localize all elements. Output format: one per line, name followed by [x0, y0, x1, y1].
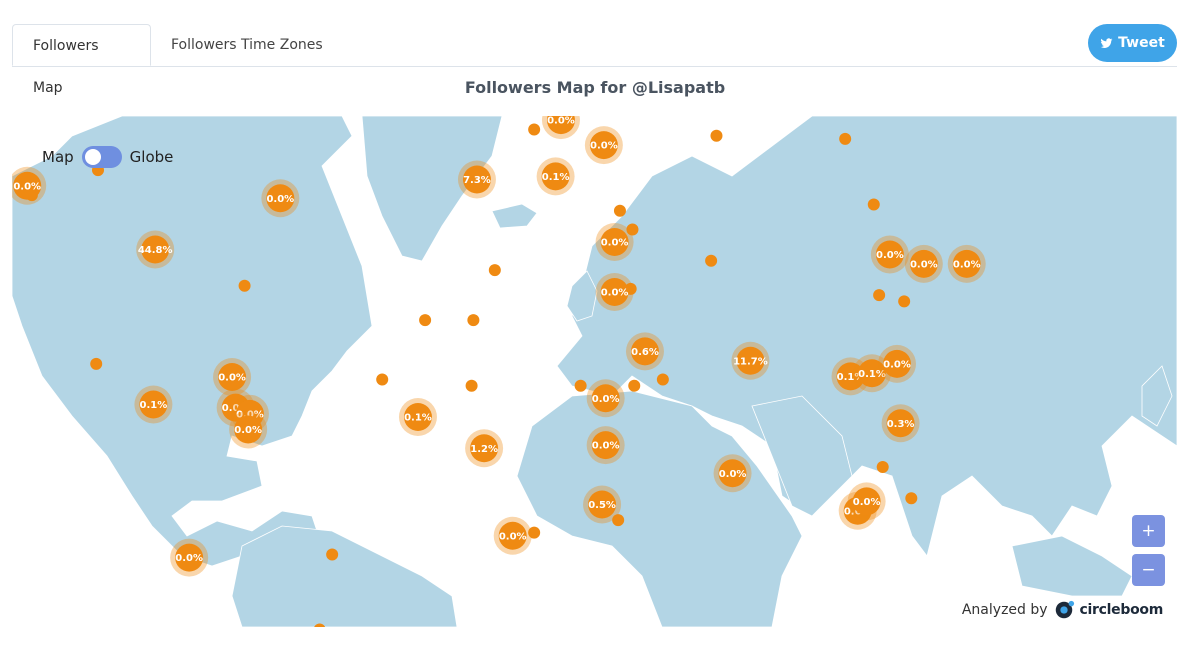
- landmass-north-america: [12, 116, 373, 567]
- follower-cluster-marker[interactable]: 0.0%: [904, 244, 943, 283]
- follower-cluster-marker[interactable]: 0.6%: [625, 332, 664, 371]
- follower-point-marker[interactable]: [528, 123, 541, 136]
- landmass-southeast-asia-islands: [1011, 535, 1133, 597]
- circleboom-logo-icon: [1055, 600, 1074, 619]
- follower-point-marker[interactable]: [905, 492, 918, 505]
- world-map-svg[interactable]: 0.0% 0.0% 44.8% 0.0% 0.1% 0.0% 0.0% 0.0% 0.0% 7.3…: [12, 116, 1177, 627]
- follower-cluster-marker[interactable]: 0.0%: [261, 179, 300, 218]
- follower-cluster-marker[interactable]: 0.5%: [583, 485, 622, 524]
- follower-point-marker[interactable]: [873, 289, 886, 302]
- follower-point-marker[interactable]: [238, 279, 251, 292]
- follower-cluster-marker[interactable]: 0.0%: [870, 235, 909, 274]
- switch-knob: [84, 149, 101, 165]
- toggle-map-label: Map: [42, 148, 74, 166]
- cluster-percentage-label: 0.0%: [876, 250, 904, 261]
- twitter-bird-icon: [1100, 37, 1113, 48]
- follower-cluster-marker[interactable]: 0.0%: [170, 538, 209, 577]
- follower-point-marker[interactable]: [839, 132, 852, 145]
- cluster-percentage-label: 0.0%: [601, 288, 629, 299]
- follower-cluster-marker[interactable]: 0.3%: [881, 404, 920, 443]
- cluster-percentage-label: 0.0%: [953, 259, 981, 270]
- tweet-button-label: Tweet: [1118, 35, 1165, 51]
- follower-cluster-marker[interactable]: 0.0%: [584, 126, 623, 165]
- follower-point-marker[interactable]: [326, 548, 339, 561]
- tab-bar: Followers Map Followers Time Zones: [12, 24, 1177, 96]
- cluster-percentage-label: 0.5%: [588, 500, 616, 511]
- cluster-percentage-label: 0.0%: [175, 553, 203, 564]
- map-globe-switch[interactable]: [81, 146, 122, 168]
- follower-point-marker[interactable]: [90, 357, 103, 370]
- zoom-in-button[interactable]: +: [1132, 515, 1165, 547]
- cluster-percentage-label: 0.0%: [266, 194, 294, 205]
- follower-cluster-marker[interactable]: 0.0%: [947, 244, 986, 283]
- follower-cluster-marker[interactable]: 0.0%: [713, 454, 752, 493]
- tab-followers-map[interactable]: Followers Map: [12, 24, 151, 96]
- cluster-percentage-label: 0.0%: [547, 116, 575, 127]
- cluster-percentage-label: 0.0%: [499, 531, 527, 542]
- cluster-percentage-label: 0.0%: [601, 238, 629, 249]
- follower-point-marker[interactable]: [656, 373, 669, 386]
- tweet-button[interactable]: Tweet: [1088, 24, 1177, 62]
- cluster-percentage-label: 7.3%: [463, 175, 491, 186]
- cluster-percentage-label: 44.8%: [138, 245, 173, 256]
- cluster-percentage-label: 0.0%: [234, 425, 262, 436]
- follower-cluster-marker[interactable]: 0.0%: [847, 482, 886, 521]
- follower-cluster-marker[interactable]: 0.0%: [541, 116, 580, 140]
- cluster-percentage-label: 0.1%: [404, 413, 432, 424]
- follower-cluster-marker[interactable]: 0.0%: [595, 223, 634, 261]
- follower-cluster-marker[interactable]: 0.1%: [536, 157, 575, 196]
- follower-point-marker[interactable]: [628, 379, 641, 392]
- follower-point-marker[interactable]: [613, 204, 626, 217]
- attribution-prefix: Analyzed by: [961, 602, 1048, 618]
- cluster-percentage-label: 0.1%: [542, 172, 570, 183]
- follower-point-marker[interactable]: [710, 129, 723, 142]
- cluster-percentage-label: 0.0%: [13, 181, 41, 192]
- cluster-percentage-label: 0.0%: [218, 373, 246, 384]
- follower-cluster-marker[interactable]: 0.0%: [229, 410, 268, 449]
- cluster-percentage-label: 0.0%: [592, 394, 620, 405]
- follower-cluster-marker[interactable]: 0.0%: [595, 273, 634, 311]
- map-globe-toggle: Map Globe: [42, 146, 173, 168]
- landmass-south-america: [231, 525, 458, 627]
- followers-map[interactable]: 0.0% 0.0% 44.8% 0.0% 0.1% 0.0% 0.0% 0.0% 0.0% 7.3…: [12, 116, 1177, 627]
- follower-cluster-marker[interactable]: 0.0%: [586, 426, 625, 465]
- cluster-percentage-label: 0.0%: [590, 141, 618, 152]
- tab-followers-time-zones[interactable]: Followers Time Zones: [151, 24, 343, 66]
- follower-point-marker[interactable]: [574, 379, 587, 392]
- follower-point-marker[interactable]: [898, 295, 911, 308]
- follower-cluster-marker[interactable]: 0.1%: [398, 398, 437, 436]
- cluster-percentage-label: 0.0%: [853, 497, 881, 508]
- follower-point-marker[interactable]: [419, 314, 432, 327]
- follower-cluster-marker[interactable]: 0.0%: [493, 516, 532, 555]
- page-title: Followers Map for @Lisapatb: [464, 78, 726, 97]
- cluster-percentage-label: 0.0%: [719, 469, 747, 480]
- follower-cluster-marker[interactable]: 44.8%: [136, 230, 175, 269]
- follower-point-marker[interactable]: [467, 314, 480, 327]
- follower-cluster-marker[interactable]: 0.0%: [586, 379, 625, 418]
- follower-cluster-marker[interactable]: 0.0%: [878, 344, 917, 383]
- cluster-percentage-label: 0.0%: [883, 359, 911, 370]
- attribution: Analyzed by circleboom: [957, 597, 1167, 623]
- follower-cluster-marker[interactable]: 7.3%: [457, 160, 496, 199]
- follower-point-marker[interactable]: [376, 373, 389, 386]
- cluster-percentage-label: 0.6%: [631, 347, 659, 358]
- follower-point-marker[interactable]: [705, 254, 718, 267]
- follower-point-marker[interactable]: [867, 198, 880, 211]
- follower-cluster-marker[interactable]: 11.7%: [731, 341, 770, 380]
- zoom-out-button[interactable]: −: [1132, 554, 1165, 586]
- toggle-globe-label: Globe: [129, 148, 174, 166]
- cluster-percentage-label: 0.0%: [910, 259, 938, 270]
- cluster-percentage-label: 11.7%: [733, 356, 768, 367]
- follower-point-marker[interactable]: [465, 379, 478, 392]
- landmass-iceland: [491, 203, 538, 229]
- cluster-percentage-label: 0.0%: [592, 441, 620, 452]
- circleboom-brand[interactable]: circleboom: [1080, 602, 1164, 618]
- follower-point-marker[interactable]: [876, 461, 889, 473]
- cluster-percentage-label: 1.2%: [470, 444, 498, 455]
- follower-point-marker[interactable]: [488, 264, 501, 277]
- cluster-percentage-label: 0.3%: [887, 419, 915, 430]
- follower-cluster-marker[interactable]: 1.2%: [465, 429, 504, 468]
- follower-cluster-marker[interactable]: 0.1%: [134, 385, 173, 424]
- cluster-percentage-label: 0.1%: [140, 400, 168, 411]
